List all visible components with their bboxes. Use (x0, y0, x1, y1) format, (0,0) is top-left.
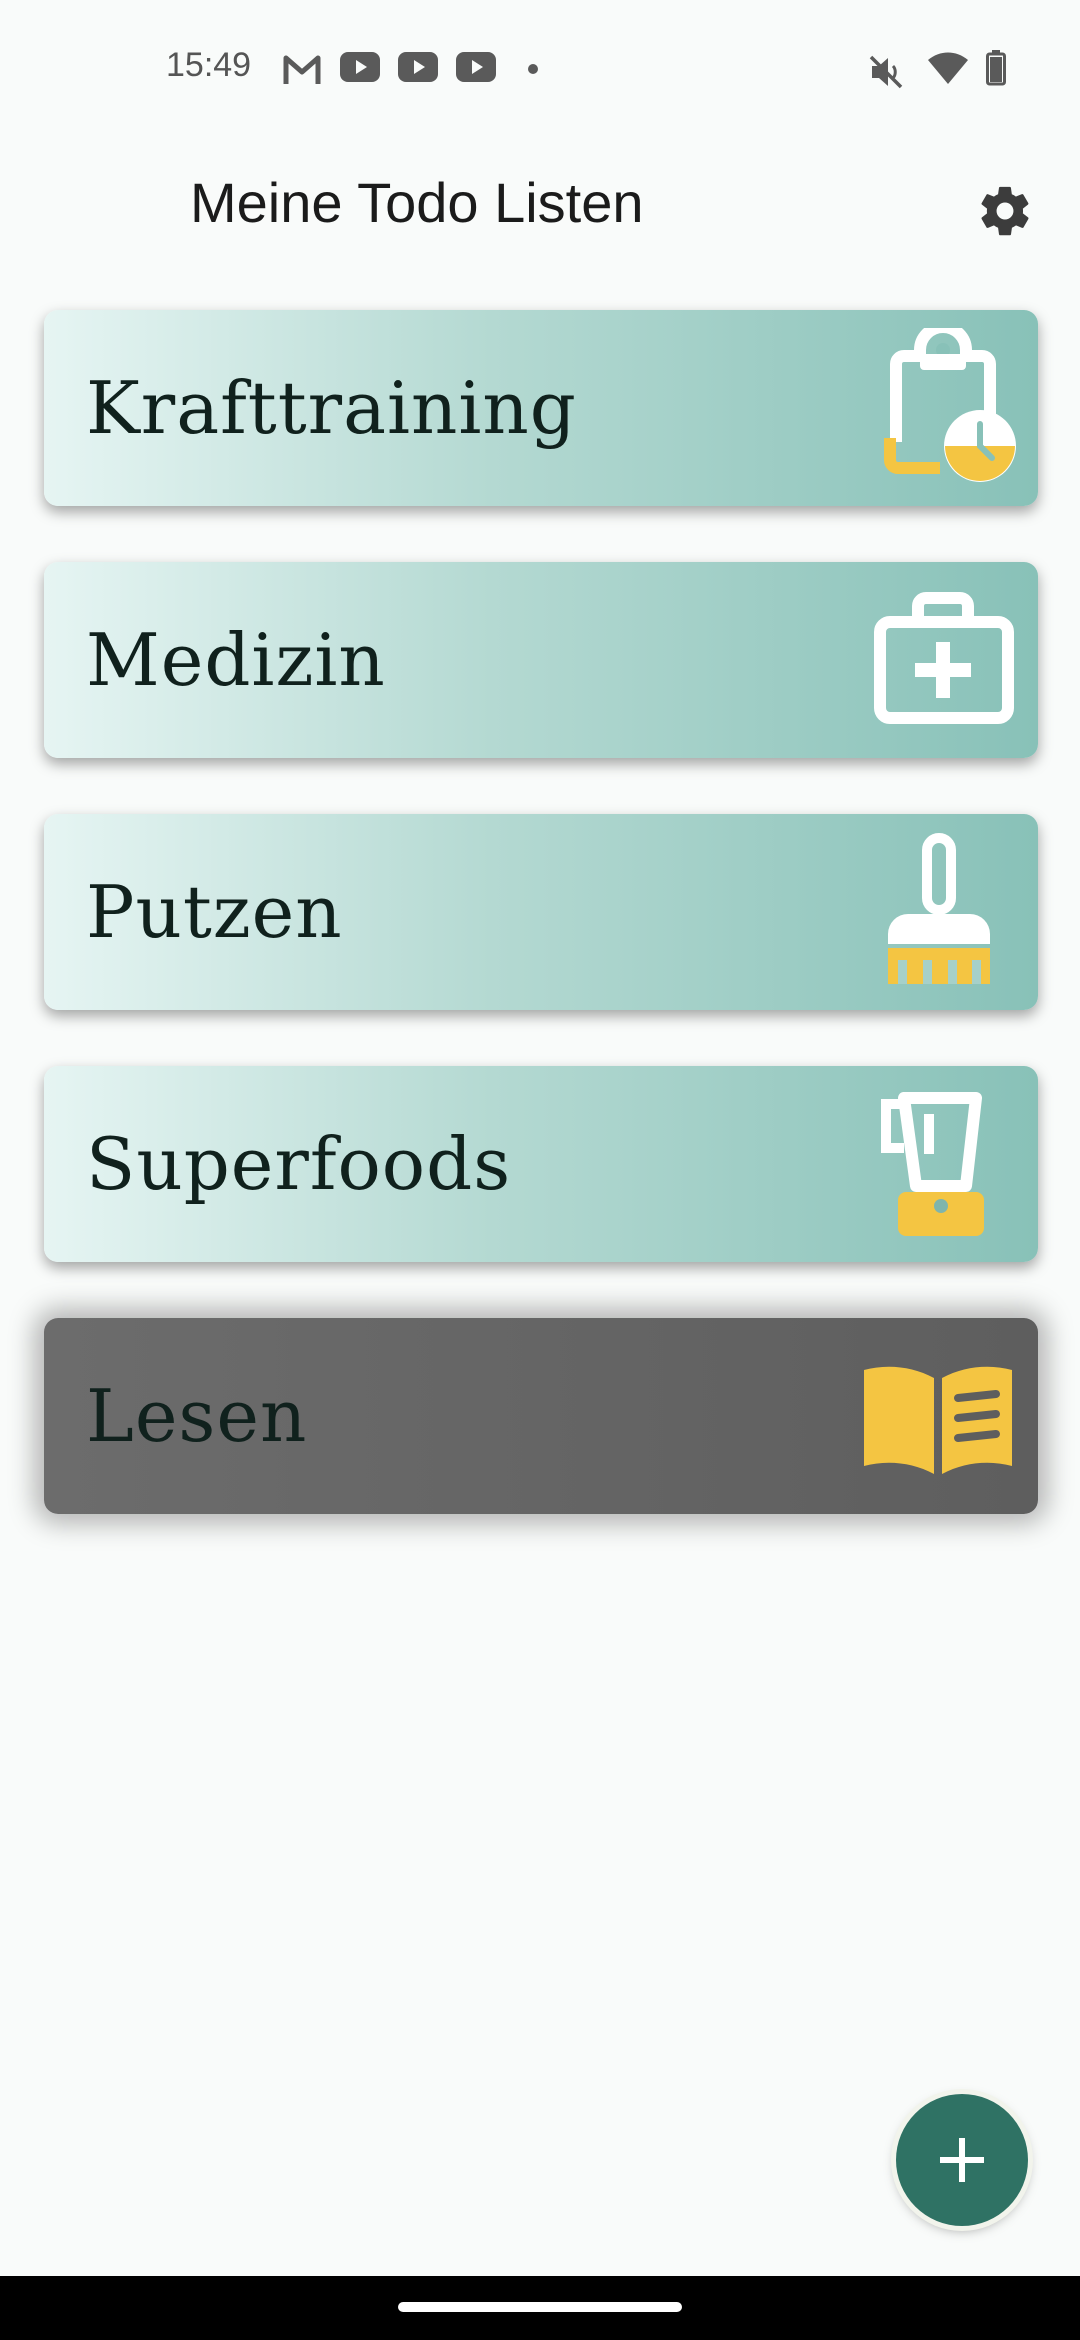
list-card-krafttraining[interactable]: Krafttraining (44, 310, 1038, 506)
list-card-label: Superfoods (86, 1122, 512, 1206)
youtube-icon (340, 52, 380, 82)
home-gesture-handle[interactable] (398, 2302, 682, 2312)
open-book-icon (864, 1366, 1012, 1474)
list-card-label: Lesen (86, 1374, 308, 1458)
list-card-medizin[interactable]: Medizin (44, 562, 1038, 758)
list-card-lesen[interactable]: Lesen (44, 1318, 1038, 1514)
mute-icon (869, 55, 903, 89)
dot-icon (528, 64, 538, 74)
wifi-icon (928, 52, 968, 84)
blender-icon (881, 1092, 984, 1236)
battery-icon (986, 50, 1006, 86)
youtube-icon (456, 52, 496, 82)
list-card-label: Medizin (86, 618, 386, 702)
add-list-button[interactable] (896, 2094, 1028, 2226)
gmail-icon (283, 55, 321, 84)
list-card-superfoods[interactable]: Superfoods (44, 1066, 1038, 1262)
list-card-label: Putzen (86, 870, 343, 954)
clipboard-clock-icon (884, 328, 1016, 482)
list-card-label: Krafttraining (86, 366, 577, 450)
broom-icon (888, 833, 990, 984)
gear-icon[interactable] (976, 182, 1034, 240)
page-title: Meine Todo Listen (190, 171, 644, 234)
status-time: 15:49 (166, 46, 252, 84)
plus-icon (940, 2138, 984, 2182)
status-bar: 15:49 (0, 0, 1080, 140)
list-card-putzen[interactable]: Putzen (44, 814, 1038, 1010)
youtube-icon (398, 52, 438, 82)
medical-kit-icon (874, 592, 1014, 724)
